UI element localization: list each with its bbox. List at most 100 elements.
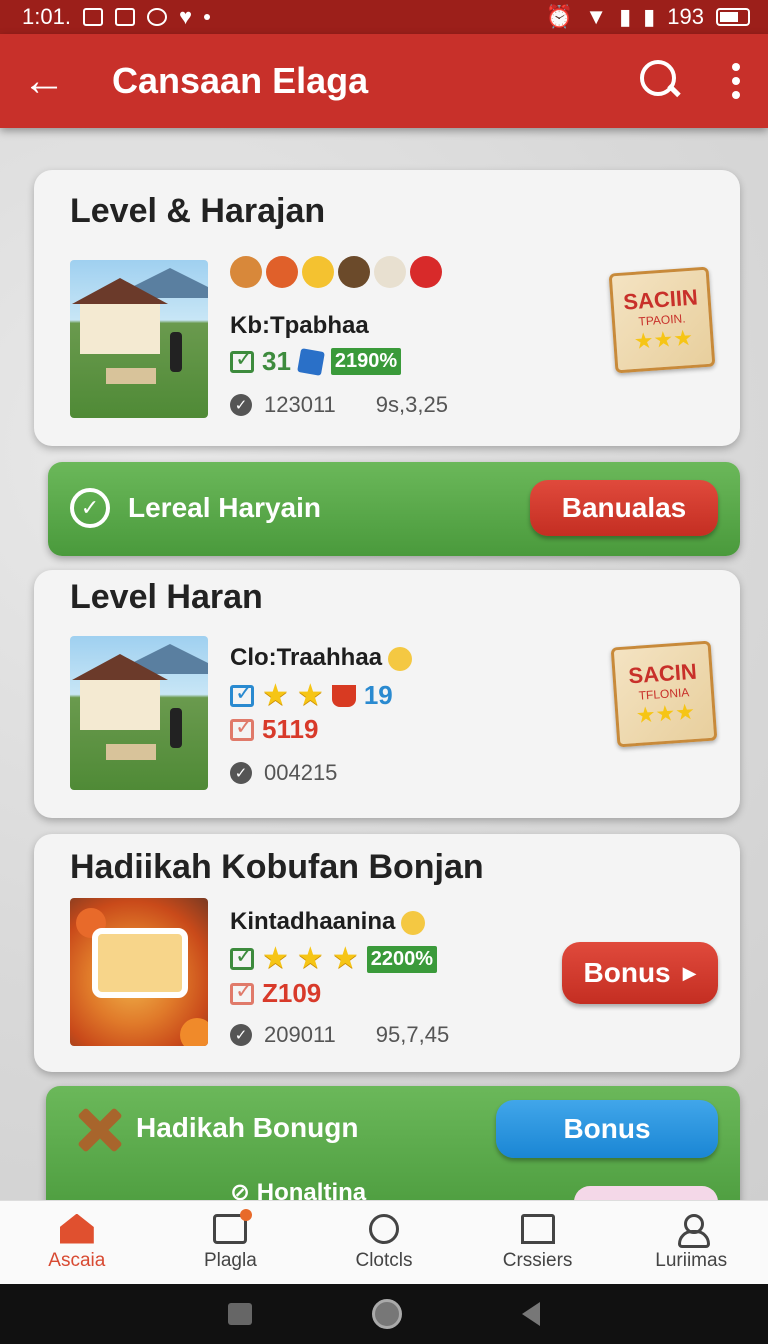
achievement-badge-icon: SACIIN TPAOIN. ★★★: [608, 266, 716, 374]
green-banner-2[interactable]: Hadikah Bonugn Bonus ⊘ Honaltina: [46, 1086, 740, 1200]
status-time: 1:01.: [22, 4, 71, 29]
verified-icon: ✓: [230, 762, 252, 784]
emoji-face-icon: [401, 910, 426, 935]
signal-icon-2: ▮: [643, 4, 656, 29]
banualas-button[interactable]: Banualas: [530, 480, 718, 536]
card-stats: ★ ★ ★ 2200%: [230, 942, 437, 975]
food-icon: [338, 256, 370, 288]
nav-item-ascaia[interactable]: Ascaia: [0, 1201, 154, 1284]
bank-icon: [520, 1213, 555, 1244]
ring-icon: [368, 1213, 399, 1244]
home-button-icon[interactable]: [372, 1299, 402, 1329]
badge-stars-icon: ★★★: [632, 324, 694, 354]
no-entry-icon: ⊘: [230, 1179, 251, 1200]
verified-icon: ✓: [230, 394, 252, 416]
card-stats-secondary: 5119: [230, 714, 318, 745]
achievement-badge-icon: SACIN TFLONIA ★★★: [610, 640, 718, 748]
card-subtitle: Kb:Tpabhaa: [230, 312, 369, 339]
nav-label: Ascaia: [48, 1249, 106, 1271]
meta-value-b: 9s,3,25: [375, 392, 448, 417]
food-icon: [374, 256, 406, 288]
food-icon: [302, 256, 334, 288]
percent-badge: 2190%: [330, 348, 402, 375]
star-icon: ★: [296, 678, 324, 712]
meta-value-a: 004215: [264, 760, 338, 785]
wifi-icon: ▼: [585, 4, 608, 29]
card-title: Level & Harajan: [70, 192, 326, 230]
food-icon: [410, 256, 442, 288]
card-meta: ✓ 209011 95,7,45: [230, 1022, 449, 1048]
card-stats: ★ ★ 19: [230, 680, 393, 711]
food-icons-row: [230, 256, 442, 288]
bonus-button-label: Bonus: [583, 957, 671, 988]
status-right: ⏰ ▼ ▮ ▮ 193: [546, 4, 750, 30]
food-icon: [230, 256, 262, 288]
person-icon: [676, 1213, 711, 1248]
check-icon: [230, 680, 254, 707]
verified-icon: ✓: [230, 1024, 252, 1046]
cube-icon: [297, 347, 325, 376]
stat-value: 31: [262, 346, 291, 376]
food-icon: [266, 256, 298, 288]
back-icon[interactable]: [522, 1302, 540, 1326]
meta-value-a: 209011: [264, 1022, 336, 1047]
level-card-1[interactable]: Level & Harajan Kb:Tpabhaa 31 2190% ✓ 12…: [34, 170, 740, 446]
globe-notification-icon: [146, 8, 167, 26]
bonus-blue-button[interactable]: Bonus: [496, 1100, 718, 1158]
battery-icon: [716, 8, 750, 26]
bonus-card[interactable]: Hadiikah Kobufan Bonjan Kintadhaanina ★ …: [34, 834, 740, 1072]
check-icon: [230, 978, 254, 1005]
status-left: 1:01. ♥: [22, 4, 210, 30]
banner-label: Hadikah Bonugn: [136, 1112, 359, 1143]
check-icon: [230, 346, 254, 373]
battery-percent: 193: [667, 4, 704, 29]
more-options-icon[interactable]: [726, 63, 746, 99]
heart-notification-icon: ♥: [178, 4, 192, 29]
edit-notification-icon: [82, 8, 103, 26]
status-bar: 1:01. ♥ ⏰ ▼ ▮ ▮ 193: [0, 0, 768, 34]
badge-stars-icon: ★★★: [634, 698, 696, 728]
box-icon: [213, 1208, 253, 1244]
more-notifications-dot-icon: [204, 14, 210, 20]
meta-value-a: 123011: [264, 392, 336, 417]
nav-item-luriimas[interactable]: Luriimas: [614, 1201, 768, 1284]
play-arrow-icon: ▶: [682, 962, 697, 983]
banner-sub-label-text: Honaltina: [256, 1179, 367, 1200]
card-meta: ✓ 004215: [230, 760, 337, 786]
card-title: Hadiikah Kobufan Bonjan: [70, 848, 484, 886]
card-stats: 31 2190%: [230, 346, 402, 377]
search-icon[interactable]: [636, 56, 686, 106]
stat-value-secondary: Z109: [262, 978, 322, 1008]
card-stats-secondary: Z109: [230, 978, 321, 1009]
recents-icon[interactable]: [228, 1303, 252, 1325]
card-title: Level Haran: [70, 578, 263, 616]
star-icon: ★: [262, 678, 289, 712]
stat-value-secondary: 5119: [262, 714, 319, 744]
check-icon: [230, 714, 254, 741]
app-notification-icon: [114, 8, 135, 26]
house-thumbnail: [70, 260, 208, 418]
level-card-2[interactable]: Level Haran Clo:Traahhaa ★ ★ 19 5119 ✓ 0…: [34, 570, 740, 818]
house-thumbnail: [70, 636, 208, 790]
stat-value: 19: [363, 680, 393, 710]
back-arrow-icon[interactable]: ←: [22, 59, 82, 103]
card-subtitle: Kintadhaanina: [230, 908, 426, 936]
star-icon: ★: [262, 942, 289, 975]
bonus-button[interactable]: Bonus ▶: [562, 942, 718, 1004]
nav-item-clotcls[interactable]: Clotcls: [307, 1201, 461, 1284]
bottom-navigation: Ascaia Plagla Clotcls Crssiers Luriimas: [0, 1200, 768, 1284]
star-icon: ★: [296, 942, 324, 975]
system-navigation-bar: [0, 1284, 768, 1344]
alarm-icon: ⏰: [545, 4, 574, 29]
card-subtitle-text: Kintadhaanina: [230, 908, 396, 935]
nav-item-plagla[interactable]: Plagla: [154, 1201, 308, 1284]
green-banner-1[interactable]: ✓ Lereal Haryain Banualas: [48, 462, 740, 556]
plant-pot-icon: [331, 684, 356, 707]
secondary-pill-button[interactable]: [574, 1186, 718, 1200]
nav-item-crssiers[interactable]: Crssiers: [461, 1201, 615, 1284]
badge-text: SACIIN: [622, 284, 699, 315]
nav-label: Clotcls: [355, 1249, 413, 1271]
page-title: Cansaan Elaga: [112, 60, 369, 101]
check-icon: [230, 943, 254, 970]
content-area: Level & Harajan Kb:Tpabhaa 31 2190% ✓ 12…: [0, 128, 768, 1200]
